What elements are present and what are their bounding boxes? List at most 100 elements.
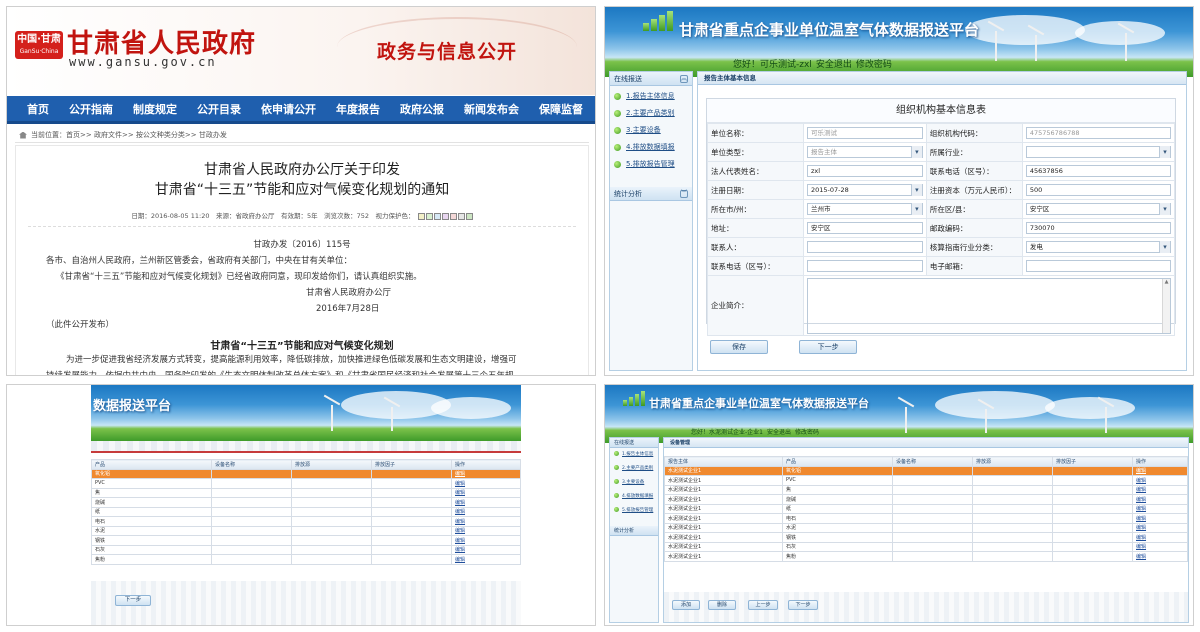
edit-link[interactable]: 编辑 xyxy=(451,497,521,508)
prev-step-button[interactable]: 上一步 xyxy=(748,600,778,610)
sidebar-section-stats[interactable]: 统计分析 ︾ xyxy=(610,187,692,201)
color-swatch[interactable] xyxy=(433,212,441,220)
table-row[interactable]: 纸 编辑 xyxy=(91,506,521,517)
sidebar-item-entity-info[interactable]: 1.报告主体信息 xyxy=(610,88,692,105)
edit-link[interactable]: 编辑 xyxy=(451,487,521,498)
sidebar-section-online[interactable]: 在线报送 ︽ xyxy=(610,72,692,86)
save-button[interactable]: 保存 xyxy=(710,340,768,354)
collapse-icon[interactable]: ︽ xyxy=(680,75,688,83)
industry-select[interactable] xyxy=(1025,146,1171,158)
color-swatch[interactable] xyxy=(457,212,465,220)
city-select[interactable]: 兰州市 xyxy=(807,203,923,215)
nav-press[interactable]: 新闻发布会 xyxy=(454,96,529,121)
table-row[interactable]: PVC 编辑 xyxy=(91,478,521,489)
sidebar-item-products[interactable]: 2.主要产品类别 xyxy=(610,462,658,476)
table-row[interactable]: 水泥测试企业1 烧碱 编辑 xyxy=(664,494,1188,505)
table-row[interactable]: 水泥 编辑 xyxy=(91,525,521,536)
sidebar-item-products[interactable]: 2.主要产品类别 xyxy=(610,105,692,122)
sidebar-item-entity-info[interactable]: 1.报告主体信息 xyxy=(610,448,658,462)
intro-textarea[interactable]: ▲ xyxy=(807,277,1171,334)
legal-rep-input[interactable]: zxl xyxy=(807,165,923,177)
edit-link[interactable]: 编辑 xyxy=(451,525,521,536)
postcode-input[interactable]: 730070 xyxy=(1025,222,1171,234)
capital-input[interactable]: 500 xyxy=(1025,184,1171,196)
table-row[interactable]: 烧碱 编辑 xyxy=(91,497,521,508)
next-button[interactable]: 下一步 xyxy=(115,595,151,606)
edit-link[interactable]: 编辑 xyxy=(1132,532,1188,543)
nav-supervision[interactable]: 保障监督 xyxy=(529,96,593,121)
expand-icon[interactable]: ︾ xyxy=(680,190,688,198)
table-row[interactable]: 电石 编辑 xyxy=(91,516,521,527)
nav-annual-report[interactable]: 年度报告 xyxy=(326,96,390,121)
edit-link[interactable]: 编辑 xyxy=(451,535,521,546)
sidebar-section-online[interactable]: 在线报送 xyxy=(610,438,658,448)
sidebar-item-emission-data[interactable]: 4.排放数据填报 xyxy=(610,139,692,156)
edit-link[interactable]: 编辑 xyxy=(451,506,521,517)
nav-gazette[interactable]: 政府公报 xyxy=(390,96,454,121)
email-input[interactable] xyxy=(1025,260,1171,272)
contact-input[interactable] xyxy=(807,241,923,253)
edit-link[interactable]: 编辑 xyxy=(1132,551,1188,562)
district-select[interactable]: 安宁区 xyxy=(1025,203,1171,215)
table-row[interactable]: 氧化铝 编辑 xyxy=(91,468,521,479)
org-code-input[interactable]: 475756786788 xyxy=(1025,127,1171,139)
table-row[interactable]: 水泥测试企业1 PVC 编辑 xyxy=(664,475,1188,486)
breadcrumb-text[interactable]: 当前位置：首页>> 政府文件>> 按公文种类分类>> 甘政办发 xyxy=(31,131,227,139)
logout-link[interactable]: 安全退出 xyxy=(767,429,791,436)
add-button[interactable]: 添加 xyxy=(672,600,700,610)
unit-type-select[interactable]: 报告主体 xyxy=(807,146,923,158)
table-row[interactable]: 水泥测试企业1 焦粉 编辑 xyxy=(664,551,1188,562)
nav-apply[interactable]: 依申请公开 xyxy=(251,96,326,121)
edit-link[interactable]: 编辑 xyxy=(451,544,521,555)
sidebar-item-report-mgmt[interactable]: 5.排放报告管理 xyxy=(610,156,692,173)
edit-link[interactable]: 编辑 xyxy=(1132,484,1188,495)
textarea-scrollbar[interactable]: ▲ xyxy=(1162,278,1170,333)
color-swatch[interactable] xyxy=(465,212,473,220)
sidebar-item-equipment[interactable]: 3.主要设备 xyxy=(610,122,692,139)
sidebar-item-equipment[interactable]: 3.主要设备 xyxy=(610,476,658,490)
industry-guide-select[interactable]: 发电 xyxy=(1025,241,1171,253)
table-row[interactable]: 水泥测试企业1 钢铁 编辑 xyxy=(664,532,1188,543)
change-password-link[interactable]: 修改密码 xyxy=(856,60,892,70)
edit-link[interactable]: 编辑 xyxy=(1132,513,1188,524)
edit-link[interactable]: 编辑 xyxy=(1132,522,1188,533)
table-row[interactable]: 石灰 编辑 xyxy=(91,544,521,555)
edit-link[interactable]: 编辑 xyxy=(451,554,521,565)
color-swatch[interactable] xyxy=(449,212,457,220)
sidebar-item-report-mgmt[interactable]: 5.排放报告管理 xyxy=(610,504,658,518)
nav-rules[interactable]: 制度规定 xyxy=(123,96,187,121)
edit-link[interactable]: 编辑 xyxy=(1132,541,1188,552)
table-row[interactable]: 水泥测试企业1 氧化铝 编辑 xyxy=(664,465,1188,476)
contact-phone-input[interactable] xyxy=(807,260,923,272)
table-row[interactable]: 水泥测试企业1 焦 编辑 xyxy=(664,484,1188,495)
table-row[interactable]: 焦粉 编辑 xyxy=(91,554,521,565)
change-password-link[interactable]: 修改密码 xyxy=(795,429,819,436)
register-date-picker[interactable]: 2015-07-28 xyxy=(807,184,923,196)
table-row[interactable]: 水泥测试企业1 石灰 编辑 xyxy=(664,541,1188,552)
edit-link[interactable]: 编辑 xyxy=(451,516,521,527)
color-swatch[interactable] xyxy=(417,212,425,220)
edit-link[interactable]: 编辑 xyxy=(451,478,521,489)
next-step-button[interactable]: 下一步 xyxy=(788,600,818,610)
nav-home[interactable]: 首页 xyxy=(17,96,59,121)
edit-link[interactable]: 编辑 xyxy=(1132,465,1188,476)
table-row[interactable]: 焦 编辑 xyxy=(91,487,521,498)
table-row[interactable]: 钢铁 编辑 xyxy=(91,535,521,546)
nav-guide[interactable]: 公开指南 xyxy=(59,96,123,121)
edit-link[interactable]: 编辑 xyxy=(1132,475,1188,486)
logout-link[interactable]: 安全退出 xyxy=(816,60,852,70)
phone-input[interactable]: 45637856 xyxy=(1025,165,1171,177)
sidebar-section-stats[interactable]: 统计分析 xyxy=(610,526,658,536)
site-logo[interactable]: 中国·甘肃 GanSu·China xyxy=(15,31,63,59)
color-swatch[interactable] xyxy=(425,212,433,220)
unit-name-input[interactable]: 可乐测试 xyxy=(807,127,923,139)
table-row[interactable]: 水泥测试企业1 纸 编辑 xyxy=(664,503,1188,514)
delete-button[interactable]: 删除 xyxy=(708,600,736,610)
edit-link[interactable]: 编辑 xyxy=(451,468,521,479)
table-row[interactable]: 水泥测试企业1 电石 编辑 xyxy=(664,513,1188,524)
sidebar-item-emission-data[interactable]: 4.排放数据填报 xyxy=(610,490,658,504)
edit-link[interactable]: 编辑 xyxy=(1132,494,1188,505)
nav-catalog[interactable]: 公开目录 xyxy=(187,96,251,121)
address-input[interactable]: 安宁区 xyxy=(807,222,923,234)
table-row[interactable]: 水泥测试企业1 水泥 编辑 xyxy=(664,522,1188,533)
